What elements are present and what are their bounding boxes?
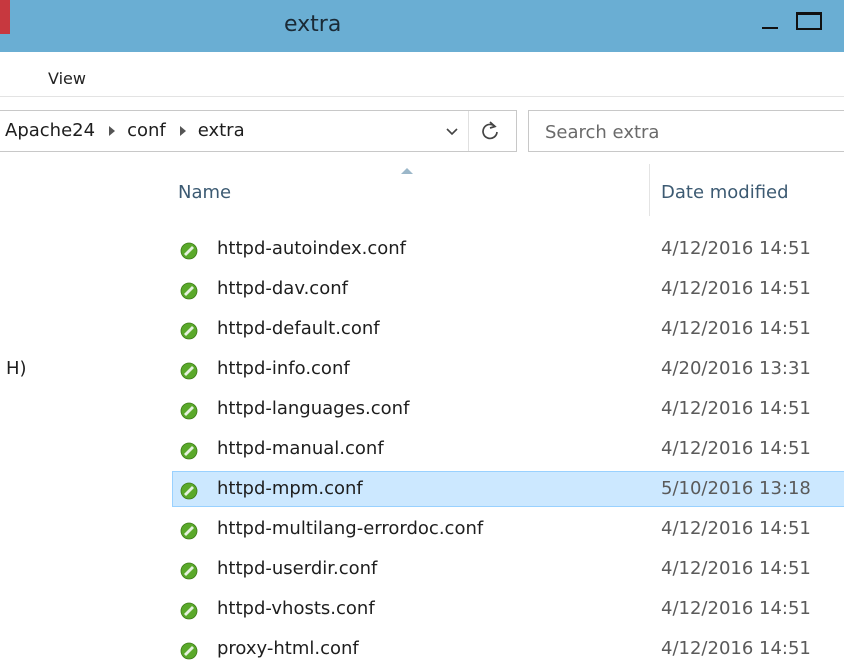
minimize-icon bbox=[762, 27, 778, 29]
breadcrumb-separator-icon[interactable] bbox=[179, 125, 186, 136]
file-date-modified: 4/12/2016 14:51 bbox=[661, 398, 811, 419]
file-name: httpd-multilang-errordoc.conf bbox=[217, 518, 484, 539]
column-header-date-modified[interactable]: Date modified bbox=[661, 182, 789, 203]
file-date-modified: 4/12/2016 14:51 bbox=[661, 598, 811, 619]
conf-file-icon bbox=[180, 362, 198, 380]
search-input[interactable] bbox=[543, 119, 837, 145]
file-date-modified: 4/12/2016 14:51 bbox=[661, 638, 811, 659]
ribbon-divider bbox=[0, 96, 844, 97]
file-row[interactable]: httpd-autoindex.conf 4/12/2016 14:51 bbox=[172, 231, 844, 267]
file-name: httpd-autoindex.conf bbox=[217, 238, 406, 259]
file-name: proxy-html.conf bbox=[217, 638, 359, 659]
file-row[interactable]: proxy-html.conf 4/12/2016 14:51 bbox=[172, 631, 844, 667]
file-row[interactable]: httpd-dav.conf 4/12/2016 14:51 bbox=[172, 271, 844, 307]
nav-pane-item[interactable]: H) bbox=[6, 358, 27, 379]
file-row[interactable]: httpd-userdir.conf 4/12/2016 14:51 bbox=[172, 551, 844, 587]
conf-file-icon bbox=[180, 242, 198, 260]
close-button[interactable] bbox=[0, 0, 10, 34]
file-row[interactable]: httpd-manual.conf 4/12/2016 14:51 bbox=[172, 431, 844, 467]
file-row[interactable]: httpd-default.conf 4/12/2016 14:51 bbox=[172, 311, 844, 347]
window-title: extra bbox=[284, 12, 342, 37]
maximize-icon bbox=[796, 12, 822, 30]
conf-file-icon bbox=[180, 442, 198, 460]
file-name: httpd-dav.conf bbox=[217, 278, 348, 299]
sort-ascending-icon bbox=[401, 168, 413, 174]
conf-file-icon bbox=[180, 482, 198, 500]
file-name: httpd-languages.conf bbox=[217, 398, 410, 419]
breadcrumb-item-conf[interactable]: conf bbox=[127, 120, 166, 141]
minimize-button[interactable] bbox=[756, 6, 784, 36]
conf-file-icon bbox=[180, 642, 198, 660]
column-header-name[interactable]: Name bbox=[178, 182, 231, 203]
file-row[interactable]: httpd-vhosts.conf 4/12/2016 14:51 bbox=[172, 591, 844, 627]
file-name: httpd-userdir.conf bbox=[217, 558, 378, 579]
file-date-modified: 4/12/2016 14:51 bbox=[661, 438, 811, 459]
conf-file-icon bbox=[180, 602, 198, 620]
conf-file-icon bbox=[180, 522, 198, 540]
ribbon: View bbox=[0, 52, 844, 96]
column-divider[interactable] bbox=[649, 164, 650, 216]
address-bar[interactable]: Apache24 conf extra bbox=[0, 110, 517, 152]
file-date-modified: 4/12/2016 14:51 bbox=[661, 238, 811, 259]
conf-file-icon bbox=[180, 402, 198, 420]
file-name: httpd-manual.conf bbox=[217, 438, 384, 459]
title-bar[interactable]: extra bbox=[0, 0, 844, 52]
file-row[interactable]: httpd-multilang-errordoc.conf 4/12/2016 1… bbox=[172, 511, 844, 547]
file-date-modified: 4/20/2016 13:31 bbox=[661, 358, 811, 379]
file-row[interactable]: httpd-languages.conf 4/12/2016 14:51 bbox=[172, 391, 844, 427]
file-name: httpd-info.conf bbox=[217, 358, 350, 379]
file-row[interactable]: httpd-info.conf 4/20/2016 13:31 bbox=[172, 351, 844, 387]
refresh-icon[interactable] bbox=[478, 119, 502, 143]
file-date-modified: 4/12/2016 14:51 bbox=[661, 558, 811, 579]
breadcrumb-separator-icon[interactable] bbox=[109, 125, 116, 136]
file-name: httpd-default.conf bbox=[217, 318, 380, 339]
breadcrumb-item-apache24[interactable]: Apache24 bbox=[5, 120, 95, 141]
file-row[interactable]: httpd-mpm.conf 5/10/2016 13:18 bbox=[172, 471, 844, 507]
breadcrumb: Apache24 conf extra bbox=[5, 120, 245, 141]
breadcrumb-item-extra[interactable]: extra bbox=[198, 120, 245, 141]
file-date-modified: 4/12/2016 14:51 bbox=[661, 318, 811, 339]
address-divider bbox=[468, 111, 469, 151]
ribbon-tab-view[interactable]: View bbox=[48, 69, 86, 88]
file-date-modified: 5/10/2016 13:18 bbox=[661, 478, 811, 499]
chevron-down-icon[interactable] bbox=[444, 123, 460, 139]
file-name: httpd-vhosts.conf bbox=[217, 598, 375, 619]
file-date-modified: 4/12/2016 14:51 bbox=[661, 278, 811, 299]
search-box[interactable] bbox=[528, 110, 844, 152]
conf-file-icon bbox=[180, 322, 198, 340]
file-name: httpd-mpm.conf bbox=[217, 478, 363, 499]
conf-file-icon bbox=[180, 282, 198, 300]
file-date-modified: 4/12/2016 14:51 bbox=[661, 518, 811, 539]
conf-file-icon bbox=[180, 562, 198, 580]
maximize-button[interactable] bbox=[794, 6, 824, 36]
